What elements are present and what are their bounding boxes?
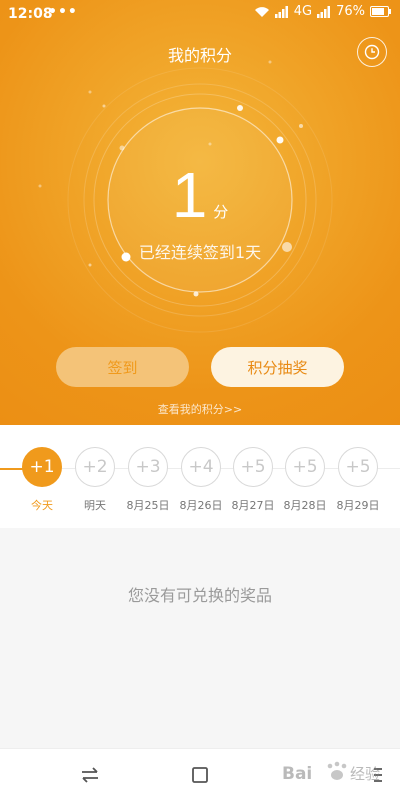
day-item: +5 8月27日	[231, 447, 275, 513]
status-dots: •••	[48, 4, 78, 20]
signal-icon	[274, 5, 288, 18]
streak-text: 已经连续签到1天	[138, 243, 262, 262]
day-points: +5	[233, 447, 273, 487]
switch-arrows-icon[interactable]	[78, 763, 102, 787]
signal-icon	[317, 5, 331, 18]
points-display: 1分	[0, 158, 400, 232]
square-icon[interactable]	[188, 763, 212, 787]
status-time: 12:08	[8, 6, 53, 22]
battery-percent: 76%	[336, 4, 365, 19]
points-header: 12:08 ••• 4G 76% 我的积分 1 分 已经连续签到1天 签到 积分…	[0, 0, 400, 425]
history-button[interactable]	[357, 37, 387, 67]
day-item: +3 8月25日	[126, 447, 170, 513]
watermark: Bai 经验	[280, 752, 400, 796]
lottery-button[interactable]: 积分抽奖	[211, 347, 344, 387]
day-label: 今天	[31, 499, 53, 512]
day-item: +5 8月28日	[283, 447, 327, 513]
view-points-link[interactable]: 查看我的积分>>	[0, 401, 400, 417]
points-value: 1	[171, 159, 208, 231]
status-indicators: 4G 76%	[254, 4, 392, 19]
day-label: 8月25日	[126, 499, 170, 512]
network-type: 4G	[293, 4, 313, 19]
day-item: +2 明天	[73, 447, 117, 513]
status-bar: 12:08 ••• 4G 76%	[0, 0, 400, 28]
day-label: 8月26日	[179, 499, 223, 512]
day-item: +5 8月29日	[336, 447, 380, 513]
clock-icon	[364, 44, 380, 60]
checkin-calendar: +1 今天 +2 明天 +3 8月25日 +4 8月26日 +5 8月27日 +…	[0, 425, 400, 528]
page-title: 我的积分	[167, 46, 232, 65]
battery-icon	[370, 6, 391, 17]
day-points: +3	[128, 447, 168, 487]
day-points: +4	[181, 447, 221, 487]
rewards-empty-state: 您没有可兑换的奖品	[0, 528, 400, 748]
day-points: +5	[338, 447, 378, 487]
day-item: +1 今天	[20, 447, 64, 513]
day-label: 明天	[84, 499, 106, 512]
day-points: +1	[22, 447, 62, 487]
paw-icon: Bai 经验	[282, 761, 380, 784]
day-points: +5	[285, 447, 325, 487]
day-points: +2	[75, 447, 115, 487]
day-label: 8月27日	[231, 499, 275, 512]
points-unit: 分	[213, 203, 229, 221]
checkin-button[interactable]: 签到	[56, 347, 189, 387]
day-item: +4 8月26日	[179, 447, 223, 513]
svg-text:经验: 经验	[350, 765, 380, 783]
day-label: 8月28日	[283, 499, 327, 512]
svg-text:Bai: Bai	[282, 764, 312, 784]
empty-message: 您没有可兑换的奖品	[127, 586, 272, 605]
day-label: 8月29日	[336, 499, 380, 512]
wifi-icon	[254, 6, 269, 17]
